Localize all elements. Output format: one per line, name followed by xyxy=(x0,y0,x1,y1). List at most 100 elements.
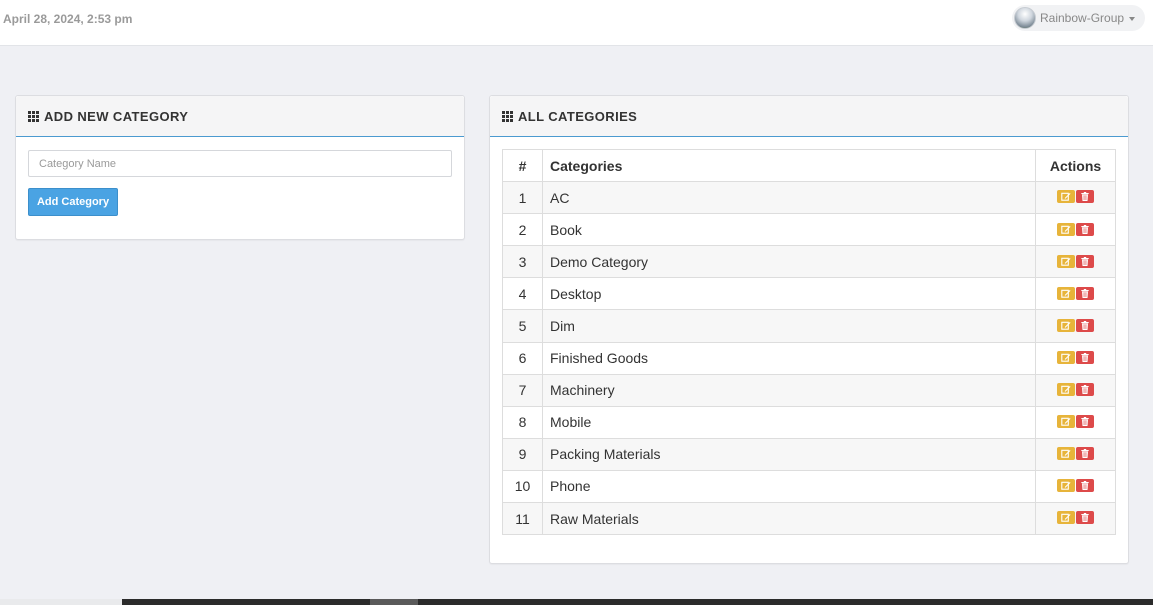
add-category-panel: ADD NEW CATEGORY Add Category xyxy=(15,95,465,240)
trash-icon xyxy=(1081,513,1089,523)
categories-table-body: 1 AC 2 Book 3 Demo Category 4 Desktop 5 Dim 6 Finis… xyxy=(502,181,1116,536)
add-category-button[interactable]: Add Category xyxy=(28,188,118,216)
edit-icon xyxy=(1061,192,1071,202)
table-row: 3 Demo Category xyxy=(502,245,1116,279)
row-number: 4 xyxy=(502,277,543,311)
column-header-number: # xyxy=(502,148,543,183)
trash-icon xyxy=(1081,192,1089,202)
row-number: 3 xyxy=(502,245,543,279)
delete-button[interactable] xyxy=(1076,479,1094,493)
trash-icon xyxy=(1081,288,1089,298)
trash-icon xyxy=(1081,385,1089,394)
edit-icon xyxy=(1061,257,1071,266)
trash-icon xyxy=(1081,481,1089,491)
category-name: Dim xyxy=(542,309,1036,343)
edit-icon xyxy=(1061,289,1071,298)
table-row: 11 Raw Materials xyxy=(502,502,1116,536)
trash-icon xyxy=(1081,449,1089,459)
table-row: 9 Packing Materials xyxy=(502,437,1116,471)
row-actions xyxy=(1035,373,1116,407)
category-name: Machinery xyxy=(542,373,1036,407)
user-menu[interactable]: Rainbow-Group xyxy=(1012,5,1146,31)
delete-button[interactable] xyxy=(1076,222,1094,236)
category-name: Desktop xyxy=(542,277,1036,311)
delete-button[interactable] xyxy=(1076,286,1094,300)
all-categories-heading: ALL CATEGORIES xyxy=(490,96,1128,137)
all-categories-panel: ALL CATEGORIES # Categories Actions 1 AC 2… xyxy=(489,95,1129,564)
categories-table: # Categories Actions 1 AC 2 Book 3 Demo Categ… xyxy=(502,148,1116,536)
trash-icon xyxy=(1081,417,1089,427)
delete-button[interactable] xyxy=(1076,511,1094,525)
edit-button[interactable] xyxy=(1057,286,1075,300)
edit-icon xyxy=(1061,449,1071,458)
edit-button[interactable] xyxy=(1057,222,1075,236)
edit-button[interactable] xyxy=(1057,479,1075,493)
delete-button[interactable] xyxy=(1076,190,1094,204)
table-header-row: # Categories Actions xyxy=(502,148,1116,183)
user-avatar xyxy=(1014,7,1036,29)
row-actions xyxy=(1035,213,1116,247)
column-header-categories: Categories xyxy=(542,148,1036,183)
trash-icon xyxy=(1081,352,1089,362)
row-number: 10 xyxy=(502,469,543,504)
delete-button[interactable] xyxy=(1076,350,1094,364)
edit-button[interactable] xyxy=(1057,254,1075,268)
edit-button[interactable] xyxy=(1057,383,1075,396)
trash-icon xyxy=(1081,256,1089,266)
table-row: 2 Book xyxy=(502,213,1116,247)
grid-icon xyxy=(502,110,513,122)
delete-button[interactable] xyxy=(1076,447,1094,461)
delete-button[interactable] xyxy=(1076,318,1094,332)
edit-icon xyxy=(1061,481,1071,491)
row-actions xyxy=(1035,341,1116,375)
edit-icon xyxy=(1061,225,1071,234)
trash-icon xyxy=(1081,224,1089,234)
top-bar: April 28, 2024, 2:53 pm Rainbow-Group xyxy=(0,0,1153,46)
category-name-input[interactable] xyxy=(28,150,452,177)
row-actions xyxy=(1035,309,1116,343)
add-category-heading: ADD NEW CATEGORY xyxy=(16,96,464,137)
category-name: Mobile xyxy=(542,405,1036,439)
category-name: Raw Materials xyxy=(542,502,1036,536)
edit-button[interactable] xyxy=(1057,415,1075,429)
table-row: 5 Dim xyxy=(502,309,1116,343)
bottom-taskbar-strip xyxy=(0,599,1153,605)
row-number: 1 xyxy=(502,181,543,215)
edit-button[interactable] xyxy=(1057,318,1075,332)
table-row: 10 Phone xyxy=(502,469,1116,504)
row-number: 8 xyxy=(502,405,543,439)
row-actions xyxy=(1035,405,1116,439)
edit-button[interactable] xyxy=(1057,511,1075,525)
table-row: 6 Finished Goods xyxy=(502,341,1116,375)
delete-button[interactable] xyxy=(1076,415,1094,429)
edit-button[interactable] xyxy=(1057,190,1075,204)
taskbar-segment xyxy=(0,599,122,605)
row-number: 6 xyxy=(502,341,543,375)
category-name: Demo Category xyxy=(542,245,1036,279)
row-actions xyxy=(1035,469,1116,504)
grid-icon xyxy=(28,110,39,122)
row-actions xyxy=(1035,277,1116,311)
row-number: 5 xyxy=(502,309,543,343)
current-datetime: April 28, 2024, 2:53 pm xyxy=(3,12,133,26)
row-number: 9 xyxy=(502,437,543,471)
edit-icon xyxy=(1061,353,1071,362)
category-name: Book xyxy=(542,213,1036,247)
edit-icon xyxy=(1061,513,1071,523)
category-name: AC xyxy=(542,181,1036,215)
taskbar-segment xyxy=(370,599,418,605)
delete-button[interactable] xyxy=(1076,254,1094,268)
user-name: Rainbow-Group xyxy=(1040,11,1125,25)
edit-button[interactable] xyxy=(1057,447,1075,461)
delete-button[interactable] xyxy=(1076,383,1094,396)
trash-icon xyxy=(1081,320,1089,330)
row-actions xyxy=(1035,502,1116,536)
table-row: 1 AC xyxy=(502,181,1116,215)
add-category-title: ADD NEW CATEGORY xyxy=(44,108,189,124)
edit-button[interactable] xyxy=(1057,350,1075,364)
row-number: 7 xyxy=(502,373,543,407)
edit-icon xyxy=(1061,321,1071,330)
all-categories-title: ALL CATEGORIES xyxy=(518,108,638,124)
row-actions xyxy=(1035,245,1116,279)
category-name: Phone xyxy=(542,469,1036,504)
